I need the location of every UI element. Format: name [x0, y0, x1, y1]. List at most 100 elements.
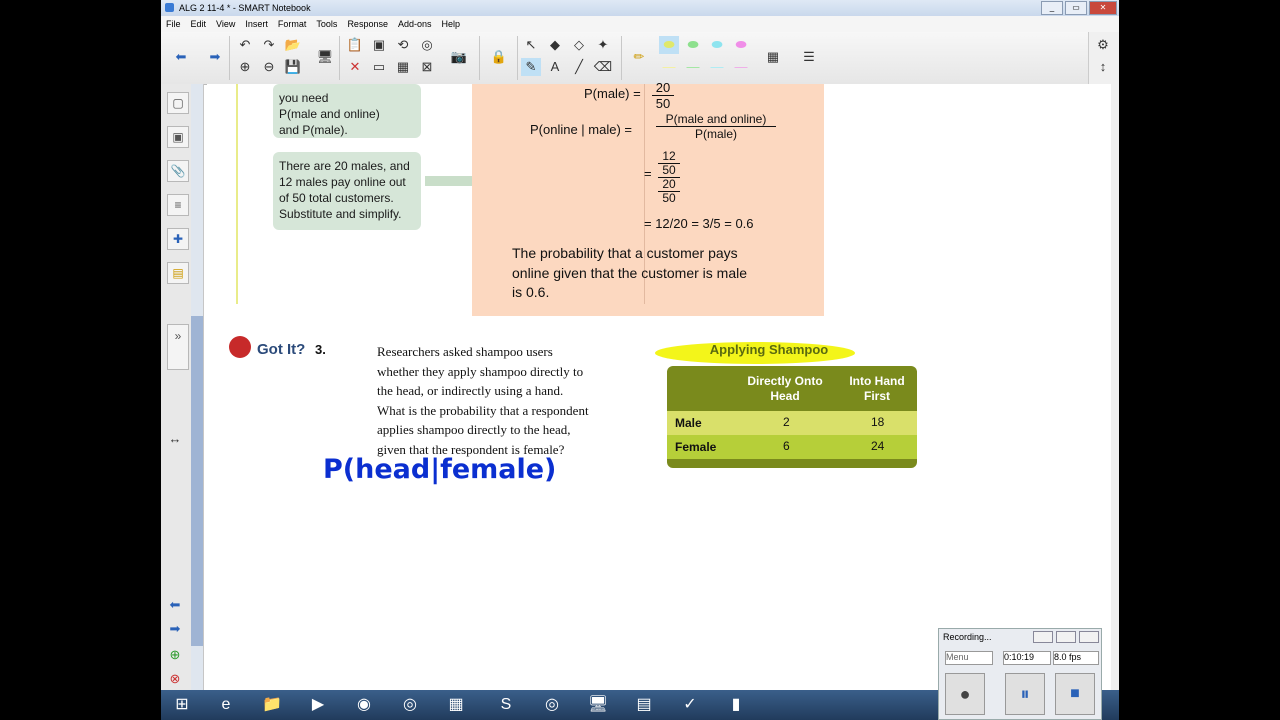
- green-pen-icon[interactable]: ⬬: [683, 36, 703, 54]
- recorder-maximize-button[interactable]: [1056, 631, 1076, 643]
- firefox-icon[interactable]: ◉: [347, 693, 381, 717]
- menu-file[interactable]: File: [161, 16, 186, 32]
- next-page-icon[interactable]: ➡: [165, 620, 185, 638]
- remote-desktop-icon[interactable]: 🖥: [581, 693, 615, 717]
- calculator-icon[interactable]: ▤: [627, 693, 661, 717]
- title-bar: ALG 2 11-4 * - SMART Notebook _ ▭ ✕: [161, 0, 1119, 16]
- paste-icon[interactable]: 📋: [345, 36, 365, 54]
- chrome-icon[interactable]: ◎: [393, 693, 427, 717]
- refresh-icon[interactable]: ⟲: [393, 36, 413, 54]
- minimize-button[interactable]: _: [1041, 1, 1063, 15]
- shapes-icon[interactable]: ⌫: [593, 58, 613, 76]
- hint-line: you need: [279, 91, 329, 105]
- back-arrow-icon[interactable]: ⬅: [171, 48, 191, 66]
- text-icon[interactable]: A: [545, 58, 565, 76]
- recorder-minimize-button[interactable]: [1033, 631, 1053, 643]
- add-page-side-icon[interactable]: ⊕: [165, 646, 185, 664]
- lesson-activity-icon[interactable]: ▤: [167, 262, 189, 284]
- maximize-button[interactable]: ▭: [1065, 1, 1087, 15]
- equation-text: = 12/20 = 3/5 = 0.6: [644, 216, 754, 231]
- cyan-pen-icon[interactable]: ⬬: [707, 36, 727, 54]
- chrome-2-icon[interactable]: ◎: [535, 693, 569, 717]
- scroll-thumb[interactable]: [191, 316, 203, 646]
- open-icon[interactable]: 📂: [283, 36, 303, 54]
- green-line-icon[interactable]: —: [683, 58, 703, 76]
- menu-tools[interactable]: Tools: [311, 16, 342, 32]
- file-explorer-icon[interactable]: 📁: [255, 693, 289, 717]
- undo-icon[interactable]: ↶: [235, 36, 255, 54]
- table-row: Female 6 24: [667, 435, 917, 459]
- pink-line-icon[interactable]: —: [731, 58, 751, 76]
- attachments-icon[interactable]: 📎: [167, 160, 189, 182]
- shade-icon[interactable]: ▭: [369, 58, 389, 76]
- menu-view[interactable]: View: [211, 16, 240, 32]
- document-camera-icon[interactable]: 📷: [449, 48, 469, 66]
- vertical-scrollbar[interactable]: [191, 84, 203, 690]
- display-icon[interactable]: 🖥: [315, 48, 335, 66]
- close-button[interactable]: ✕: [1089, 1, 1117, 15]
- apps-grid-icon[interactable]: ▦: [439, 693, 473, 717]
- pen-icon[interactable]: ✎: [521, 58, 541, 76]
- recorder-close-button[interactable]: [1079, 631, 1099, 643]
- close-doc-icon[interactable]: ⊠: [417, 58, 437, 76]
- cyan-line-icon[interactable]: —: [707, 58, 727, 76]
- column-header: Directly Onto Head: [747, 374, 823, 403]
- got-it-label: Got It?: [257, 341, 306, 358]
- start-button-icon[interactable]: ⊞: [165, 693, 199, 717]
- table-icon[interactable]: ▦: [393, 58, 413, 76]
- addons-icon[interactable]: ✚: [167, 228, 189, 250]
- delete-icon[interactable]: ✕: [345, 58, 365, 76]
- line-icon[interactable]: ╱: [569, 58, 589, 76]
- hint-line: P(male and online): [279, 107, 380, 121]
- add-page-icon[interactable]: ⊕: [235, 58, 255, 76]
- screen-shade-icon[interactable]: ▣: [369, 36, 389, 54]
- resize-handle-icon[interactable]: ↔: [165, 430, 185, 448]
- settings-gear-icon[interactable]: ⚙: [1093, 36, 1113, 54]
- line-style-icon[interactable]: ☰: [799, 48, 819, 66]
- equation-text: P(male) =: [584, 86, 641, 101]
- menu-format[interactable]: Format: [273, 16, 312, 32]
- hint-line: Substitute and simplify.: [279, 207, 402, 221]
- menu-response[interactable]: Response: [342, 16, 393, 32]
- panel-collapse-icon[interactable]: »: [167, 324, 189, 370]
- gallery-icon[interactable]: ▣: [167, 126, 189, 148]
- redo-icon[interactable]: ↷: [259, 36, 279, 54]
- fraction: P(male and online) P(male): [656, 112, 776, 141]
- record-button-icon[interactable]: ●: [945, 673, 985, 715]
- capture-icon[interactable]: ◎: [417, 36, 437, 54]
- media-player-icon[interactable]: ▶: [301, 693, 335, 717]
- menu-addons[interactable]: Add-ons: [393, 16, 437, 32]
- color-palette-icon[interactable]: ▦: [763, 48, 783, 66]
- prev-page-icon[interactable]: ⬅: [165, 596, 185, 614]
- recorder-menu-select[interactable]: Menu: [945, 651, 993, 665]
- select-icon[interactable]: ↖: [521, 36, 541, 54]
- handwritten-annotation: P(head|female): [323, 454, 557, 485]
- magic-pen-icon[interactable]: ✦: [593, 36, 613, 54]
- pause-button-icon[interactable]: ⏸: [1005, 673, 1045, 715]
- table-title: Applying Shampoo: [709, 342, 829, 357]
- notebook-task-icon[interactable]: ✓: [673, 693, 707, 717]
- delete-page-side-icon[interactable]: ⊗: [165, 670, 185, 688]
- yellow-line-icon[interactable]: —: [659, 58, 679, 76]
- pink-pen-icon[interactable]: ⬬: [731, 36, 751, 54]
- recorder-window: Recording... Menu 0:10:19 8.0 fps ● ⏸ ■: [938, 628, 1102, 720]
- highlighter-icon[interactable]: ✏: [629, 48, 649, 66]
- save-icon[interactable]: 💾: [283, 58, 303, 76]
- move-toolbar-icon[interactable]: ↕: [1093, 58, 1113, 76]
- skype-icon[interactable]: S: [489, 693, 523, 717]
- stop-button-icon[interactable]: ■: [1055, 673, 1095, 715]
- page-sorter-icon[interactable]: ▢: [167, 92, 189, 114]
- lock-icon[interactable]: 🔒: [489, 48, 509, 66]
- window-title: ALG 2 11-4 * - SMART Notebook: [179, 3, 311, 13]
- forward-arrow-icon[interactable]: ➡: [205, 48, 225, 66]
- recorder-task-icon[interactable]: ▮: [719, 693, 753, 717]
- yellow-pen-icon[interactable]: ⬬: [659, 36, 679, 54]
- internet-explorer-icon[interactable]: e: [209, 693, 243, 717]
- menu-insert[interactable]: Insert: [240, 16, 273, 32]
- delete-page-icon[interactable]: ⊖: [259, 58, 279, 76]
- properties-icon[interactable]: ≡: [167, 194, 189, 216]
- fill-icon[interactable]: ◆: [545, 36, 565, 54]
- menu-help[interactable]: Help: [437, 16, 466, 32]
- eraser-icon[interactable]: ◇: [569, 36, 589, 54]
- menu-edit[interactable]: Edit: [186, 16, 212, 32]
